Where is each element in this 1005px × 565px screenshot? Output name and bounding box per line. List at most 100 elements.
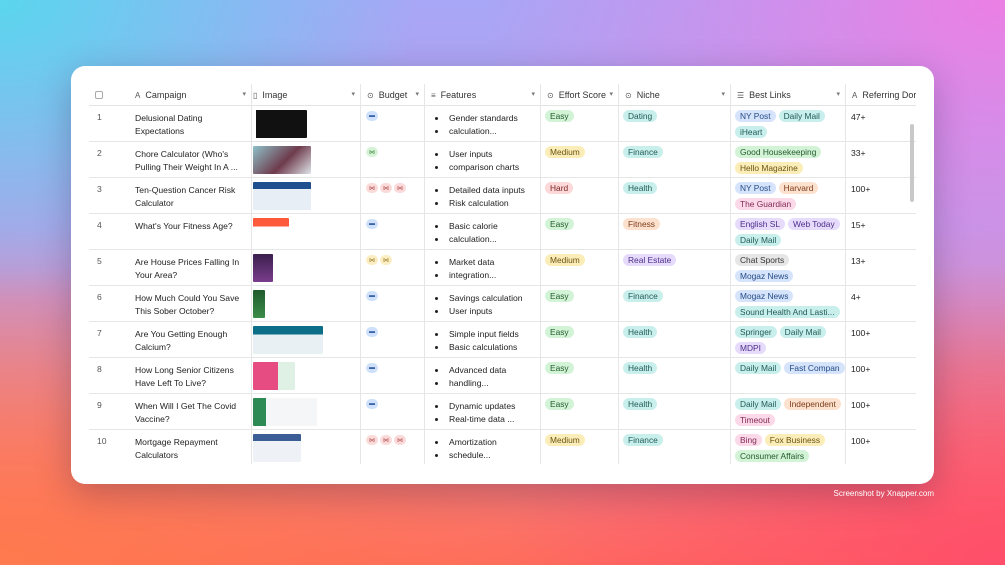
best-links-cell[interactable]: Daily Mail Fast Compan <box>731 358 846 394</box>
thumbnail-image[interactable] <box>253 326 323 354</box>
effort-cell[interactable]: Medium <box>541 142 619 178</box>
features-cell[interactable]: Detailed data inputs Risk calculation <box>425 178 541 214</box>
referring-domains-cell[interactable]: 15+ <box>846 214 916 250</box>
best-links-cell[interactable]: NY Post Harvard The Guardian <box>731 178 846 214</box>
campaign-cell[interactable]: What's Your Fitness Age? <box>89 214 252 250</box>
referring-domains-cell[interactable]: 100+ <box>846 178 916 214</box>
effort-cell[interactable]: Easy <box>541 286 619 322</box>
thumbnail-image[interactable] <box>253 110 307 138</box>
best-links-cell[interactable]: Chat Sports Mogaz News <box>731 250 846 286</box>
campaign-cell[interactable]: Are You Getting Enough Calcium? <box>89 322 252 358</box>
chevron-down-icon[interactable]: ▾ <box>242 90 246 98</box>
chevron-down-icon[interactable]: ▾ <box>531 90 535 98</box>
image-cell[interactable] <box>252 394 361 430</box>
features-cell[interactable]: User inputs comparison charts <box>425 142 541 178</box>
column-header-features[interactable]: ≡ Features ▾ <box>425 84 541 106</box>
campaign-cell[interactable]: Chore Calculator (Who's Pulling Their Wei… <box>89 142 252 178</box>
image-cell[interactable] <box>252 106 361 142</box>
best-links-cell[interactable]: Springer Daily Mail MDPI <box>731 322 846 358</box>
best-links-cell[interactable]: Mogaz News Sound Health And Lasti... <box>731 286 846 322</box>
image-cell[interactable] <box>252 214 361 250</box>
table-row[interactable]: 7 Are You Getting Enough Calcium? ▬ Simple i… <box>89 322 916 358</box>
budget-cell[interactable]: ▬ <box>361 106 425 142</box>
niche-cell[interactable]: Health <box>619 322 731 358</box>
best-links-cell[interactable]: English SL Web Today Daily Mail <box>731 214 846 250</box>
budget-cell[interactable]: ▬ <box>361 214 425 250</box>
column-header-image[interactable]: ▯ Image ▾ <box>252 84 361 106</box>
budget-cell[interactable]: ▬ <box>361 358 425 394</box>
campaign-cell[interactable]: How Much Could You Save This Sober Octobe… <box>89 286 252 322</box>
thumbnail-image[interactable] <box>253 398 317 426</box>
features-cell[interactable]: Gender standards calculation... <box>425 106 541 142</box>
thumbnail-image[interactable] <box>253 254 273 282</box>
effort-cell[interactable]: Medium <box>541 430 619 464</box>
image-cell[interactable] <box>252 322 361 358</box>
campaign-cell[interactable]: Ten-Question Cancer Risk Calculator <box>89 178 252 214</box>
budget-cell[interactable]: ⋈ ⋈ ⋈ <box>361 430 425 464</box>
niche-cell[interactable]: Fitness <box>619 214 731 250</box>
table-row[interactable]: 8 How Long Senior Citizens Have Left To Li… <box>89 358 916 394</box>
table-row[interactable]: 2 Chore Calculator (Who's Pulling Their We… <box>89 142 916 178</box>
budget-cell[interactable]: ⋈ ⋈ <box>361 250 425 286</box>
chevron-down-icon[interactable]: ▾ <box>836 90 840 98</box>
effort-cell[interactable]: Easy <box>541 106 619 142</box>
budget-cell[interactable]: ▬ <box>361 286 425 322</box>
campaign-cell[interactable]: Delusional Dating Expectations <box>89 106 252 142</box>
referring-domains-cell[interactable]: 100+ <box>846 430 916 464</box>
thumbnail-image[interactable] <box>253 362 295 390</box>
column-header-links[interactable]: ☰ Best Links ▾ <box>731 84 846 106</box>
features-cell[interactable]: Savings calculation User inputs <box>425 286 541 322</box>
effort-cell[interactable]: Easy <box>541 358 619 394</box>
effort-cell[interactable]: Hard <box>541 178 619 214</box>
referring-domains-cell[interactable]: 100+ <box>846 394 916 430</box>
image-cell[interactable] <box>252 286 361 322</box>
table-row[interactable]: 5 Are House Prices Falling In Your Area? ⋈ ⋈… <box>89 250 916 286</box>
best-links-cell[interactable]: Good Housekeeping Hello Magazine <box>731 142 846 178</box>
campaign-cell[interactable]: Mortgage Repayment Calculators <box>89 430 252 464</box>
column-header-budget[interactable]: ⊙ Budget ▾ <box>361 84 425 106</box>
referring-domains-cell[interactable]: 47+ <box>846 106 916 142</box>
thumbnail-image[interactable] <box>253 290 265 318</box>
features-cell[interactable]: Basic calorie calculation... <box>425 214 541 250</box>
budget-cell[interactable]: ⋈ <box>361 142 425 178</box>
niche-cell[interactable]: Finance <box>619 286 731 322</box>
referring-domains-cell[interactable]: 33+ <box>846 142 916 178</box>
effort-cell[interactable]: Medium <box>541 250 619 286</box>
thumbnail-image[interactable] <box>253 146 311 174</box>
column-header-campaign[interactable]: A Campaign ▾ <box>135 84 252 106</box>
niche-cell[interactable]: Health <box>619 394 731 430</box>
referring-domains-cell[interactable]: 4+ <box>846 286 916 322</box>
niche-cell[interactable]: Health <box>619 358 731 394</box>
campaign-cell[interactable]: When Will I Get The Covid Vaccine? <box>89 394 252 430</box>
referring-domains-cell[interactable]: 100+ <box>846 322 916 358</box>
chevron-down-icon[interactable]: ▾ <box>415 90 419 98</box>
column-header-effort[interactable]: ⊙ Effort Score ▾ <box>541 84 619 106</box>
select-all-checkbox[interactable] <box>89 84 135 106</box>
niche-cell[interactable]: Health <box>619 178 731 214</box>
table-row[interactable]: 10 Mortgage Repayment Calculators ⋈ ⋈ ⋈ Amorti… <box>89 430 916 464</box>
column-header-niche[interactable]: ⊙ Niche ▾ <box>619 84 731 106</box>
budget-cell[interactable]: ▬ <box>361 394 425 430</box>
table-row[interactable]: 4 What's Your Fitness Age? ▬ Basic calorie c… <box>89 214 916 250</box>
thumbnail-image[interactable] <box>253 434 301 462</box>
budget-cell[interactable]: ▬ <box>361 322 425 358</box>
niche-cell[interactable]: Dating <box>619 106 731 142</box>
niche-cell[interactable]: Real Estate <box>619 250 731 286</box>
table-row[interactable]: 9 When Will I Get The Covid Vaccine? ▬ Dynam… <box>89 394 916 430</box>
image-cell[interactable] <box>252 178 361 214</box>
image-cell[interactable] <box>252 250 361 286</box>
niche-cell[interactable]: Finance <box>619 142 731 178</box>
referring-domains-cell[interactable]: 100+ <box>846 358 916 394</box>
best-links-cell[interactable]: Bing Fox Business Consumer Affairs <box>731 430 846 464</box>
best-links-cell[interactable]: NY Post Daily Mail iHeart <box>731 106 846 142</box>
effort-cell[interactable]: Easy <box>541 322 619 358</box>
image-cell[interactable] <box>252 358 361 394</box>
effort-cell[interactable]: Easy <box>541 214 619 250</box>
vertical-scrollbar[interactable] <box>910 124 914 202</box>
referring-domains-cell[interactable]: 13+ <box>846 250 916 286</box>
features-cell[interactable]: Simple input fields Basic calculations <box>425 322 541 358</box>
campaign-cell[interactable]: How Long Senior Citizens Have Left To Liv… <box>89 358 252 394</box>
chevron-down-icon[interactable]: ▾ <box>351 90 355 98</box>
table-row[interactable]: 1 Delusional Dating Expectations ▬ Gender st… <box>89 106 916 142</box>
best-links-cell[interactable]: Daily Mail Independent Timeout <box>731 394 846 430</box>
